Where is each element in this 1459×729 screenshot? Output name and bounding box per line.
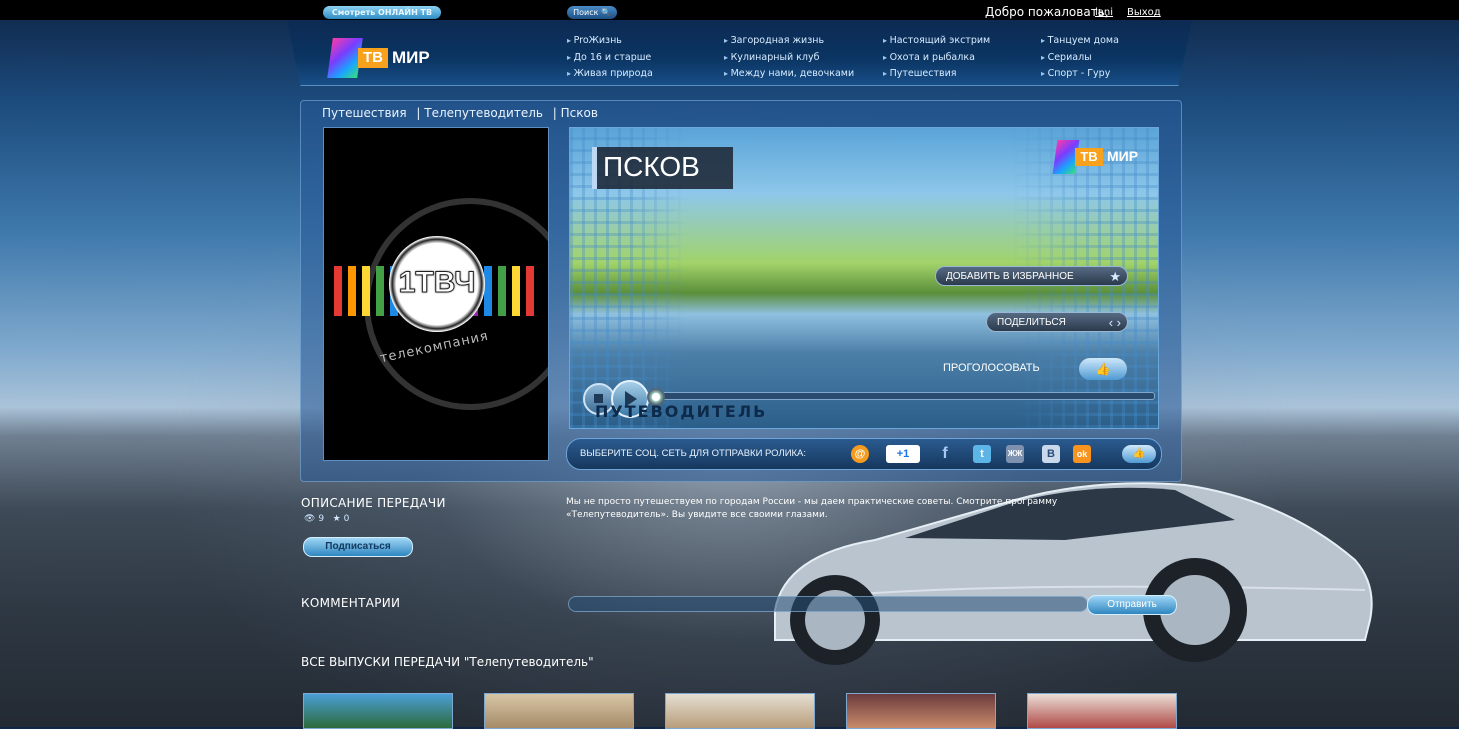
breadcrumb: Путешествия | Телепутеводитель | Псков [322,106,604,120]
player-logo-tv: ТВ [1075,148,1103,166]
subscribe-button[interactable]: Подписаться [303,537,413,557]
star-icon: ★ [332,514,341,524]
favorites-count: 0 [343,514,350,524]
vote-like-button[interactable]: 👍 [1079,358,1127,380]
site-logo[interactable]: ТВ МИР [327,38,440,78]
show-stats: 👁 9 ★ 0 [304,514,349,524]
player-logo: ТВ МИР [1052,140,1150,176]
views-count: 9 [318,514,325,524]
nav-item[interactable]: До 16 и старше [567,50,653,67]
nav-item[interactable]: Живая природа [567,66,653,83]
star-icon: ★ [1109,269,1121,284]
all-episodes-title: ВСЕ ВЫПУСКИ ПЕРЕДАЧИ "Телепутеводитель" [301,655,594,669]
poster-channel-name: 1ТВЧ [398,266,476,300]
add-favorite-button[interactable]: ДОБАВИТЬ В ИЗБРАННОЕ ★ [935,266,1128,286]
watch-online-tv-button[interactable]: Смотреть ОНЛАЙН ТВ [323,6,441,19]
share-button[interactable]: ПОДЕЛИТЬСЯ ‹ › [986,312,1128,332]
comments-title: КОММЕНТАРИИ [301,596,401,610]
nav-item[interactable]: Настоящий экстрим [883,33,991,50]
nav-item[interactable]: ProЖизнь [567,33,653,50]
episode-thumbnail[interactable] [303,693,453,729]
username-link[interactable]: lani [1095,7,1113,18]
video-watermark: ПУТЕВОДИТЕЛЬ [595,402,768,421]
episode-thumbnail[interactable] [846,693,996,729]
search-button[interactable]: Поиск 🔍 [567,6,617,19]
nav-item[interactable]: Охота и рыбалка [883,50,990,67]
logout-link[interactable]: Выход [1127,7,1161,18]
nav-column-2: Загородная жизнь Кулинарный клуб Между н… [724,33,855,83]
comment-input[interactable] [568,596,1088,612]
nav-item[interactable]: Путешествия [883,66,990,83]
top-bar [0,0,1459,20]
share-arrows-icon: ‹ › [1108,315,1121,330]
breadcrumb-item[interactable]: Путешествия [322,106,407,120]
nav-item[interactable]: Между нами, девочками [724,66,855,83]
episode-thumbnail[interactable] [665,693,815,729]
seek-bar[interactable] [631,392,1155,400]
thumbs-up-icon: 👍 [1095,362,1111,376]
car-image [774,482,1373,665]
eye-icon: 👁 [304,514,316,524]
video-title: ПСКОВ [603,151,700,182]
share-label: ПОДЕЛИТЬСЯ [997,317,1066,328]
description-title: ОПИСАНИЕ ПЕРЕДАЧИ [301,496,446,510]
logo-tv: ТВ [358,48,388,68]
thumbs-up-icon: 👍 [1132,448,1146,459]
poster-badge: 1ТВЧ [389,236,485,332]
show-poster: 1ТВЧ телекомпания [323,127,549,461]
nav-item[interactable]: Загородная жизнь [724,33,854,50]
nav-item[interactable]: Кулинарный клуб [724,50,854,67]
breadcrumb-item[interactable]: | Псков [553,106,598,120]
nav-column-4: Танцуем дома Сериалы Спорт - Гуру [1041,33,1119,83]
nav-item[interactable]: Спорт - Гуру [1041,66,1119,83]
social-share-label: ВЫБЕРИТЕ СОЦ. СЕТЬ ДЛЯ ОТПРАВКИ РОЛИКА: [580,448,807,459]
nav-column-1: ProЖизнь До 16 и старше Живая природа [567,33,653,83]
add-favorite-label: ДОБАВИТЬ В ИЗБРАННОЕ [946,271,1074,282]
logo-mir: МИР [392,48,430,67]
nav-item[interactable]: Танцуем дома [1041,33,1119,50]
welcome-text: Добро пожаловать, [985,5,1109,19]
description-text: Мы не просто путешествуем по городам Рос… [566,497,1058,520]
player-logo-mir: МИР [1107,148,1139,164]
nav-item[interactable]: Сериалы [1041,50,1119,67]
episode-thumbnail[interactable] [484,693,634,729]
episode-thumbnail[interactable] [1027,693,1177,729]
breadcrumb-item[interactable]: | Телепутеводитель [416,106,543,120]
send-comment-button[interactable]: Отправить [1087,595,1177,615]
video-title-box: ПСКОВ [592,147,733,189]
vote-label: ПРОГОЛОСОВАТЬ [943,362,1040,374]
nav-column-3: Настоящий экстрим Охота и рыбалка Путеше… [883,33,991,83]
